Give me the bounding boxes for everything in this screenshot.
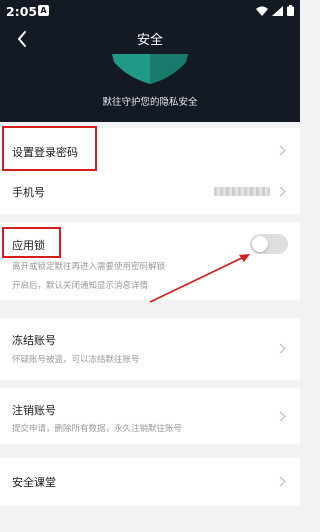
chevron-right-icon: [279, 411, 286, 422]
freeze-account-label: 冻结账号: [12, 334, 56, 347]
security-class-item[interactable]: 安全课堂: [0, 458, 300, 506]
freeze-account-item[interactable]: 冻结账号 怀疑账号被盗，可以冻结默往账号: [0, 318, 300, 380]
chevron-right-icon: [279, 476, 286, 487]
freeze-account-description: 怀疑账号被盗，可以冻结默往账号: [12, 355, 140, 365]
cancel-account-label: 注销账号: [12, 404, 56, 417]
chevron-right-icon: [279, 343, 286, 354]
cancel-account-item[interactable]: 注销账号 提交申请，删除所有数据，永久注销默往账号: [0, 388, 300, 444]
annotation-arrow: [149, 254, 250, 303]
security-class-label: 安全课堂: [12, 476, 56, 489]
cancel-account-description: 提交申请，删除所有数据，永久注销默往账号: [12, 424, 183, 434]
